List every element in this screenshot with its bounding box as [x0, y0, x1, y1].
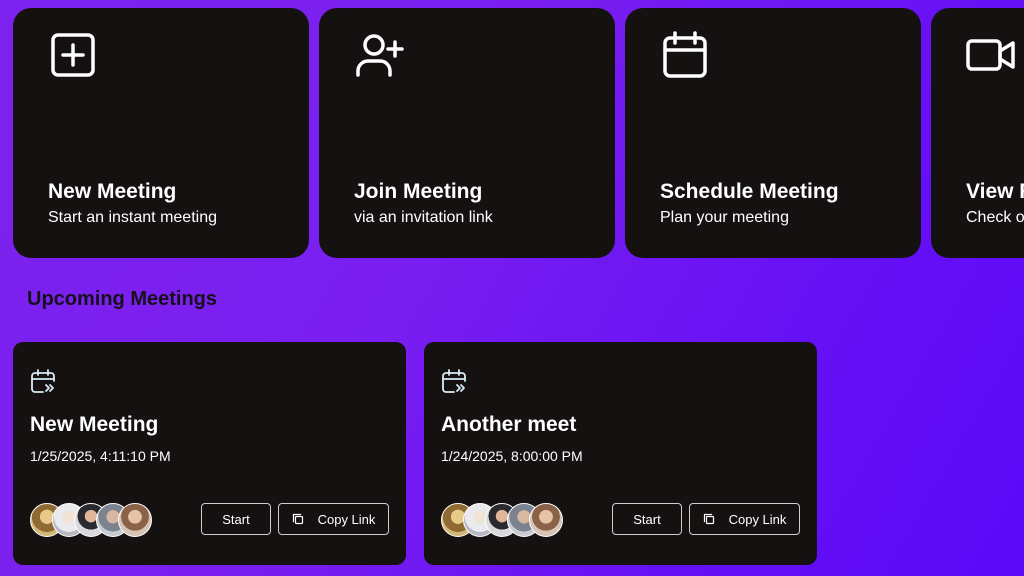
attendee-avatars — [30, 503, 170, 539]
view-recordings-subtitle: Check out your recordings — [966, 209, 1024, 226]
calendar-arrow-icon — [442, 369, 466, 393]
view-recordings-card[interactable]: View Recordings Check out your recording… — [931, 8, 1024, 258]
video-icon — [966, 30, 1016, 80]
plus-square-icon — [48, 30, 98, 80]
join-meeting-title: Join Meeting — [354, 180, 483, 203]
copy-link-button[interactable]: Copy Link — [278, 503, 389, 535]
new-meeting-subtitle: Start an instant meeting — [48, 209, 217, 226]
copy-link-button[interactable]: Copy Link — [689, 503, 800, 535]
join-meeting-subtitle: via an invitation link — [354, 209, 493, 226]
attendee-avatars — [441, 503, 581, 539]
copy-icon — [703, 513, 714, 525]
copy-link-label: Copy Link — [317, 511, 376, 527]
calendar-icon — [660, 30, 710, 80]
meeting-card: New Meeting 1/25/2025, 4:11:10 PM Start … — [13, 342, 406, 565]
view-recordings-title: View Recordings — [966, 180, 1024, 203]
meeting-card: Another meet 1/24/2025, 8:00:00 PM Start… — [424, 342, 817, 565]
meeting-datetime: 1/24/2025, 8:00:00 PM — [441, 448, 583, 464]
calendar-arrow-icon — [31, 369, 55, 393]
start-button[interactable]: Start — [612, 503, 682, 535]
avatar — [529, 503, 563, 537]
meeting-datetime: 1/25/2025, 4:11:10 PM — [30, 448, 171, 464]
upcoming-meetings-heading: Upcoming Meetings — [27, 288, 218, 310]
schedule-meeting-title: Schedule Meeting — [660, 180, 839, 203]
copy-link-label: Copy Link — [728, 511, 787, 527]
meeting-title: Another meet — [441, 413, 577, 436]
action-cards-row: New Meeting Start an instant meeting Joi… — [13, 8, 1024, 258]
meeting-title: New Meeting — [30, 413, 159, 436]
avatar — [118, 503, 152, 537]
copy-icon — [292, 513, 303, 525]
schedule-meeting-subtitle: Plan your meeting — [660, 209, 789, 226]
new-meeting-card[interactable]: New Meeting Start an instant meeting — [13, 8, 309, 258]
join-meeting-card[interactable]: Join Meeting via an invitation link — [319, 8, 615, 258]
user-plus-icon — [354, 30, 404, 80]
schedule-meeting-card[interactable]: Schedule Meeting Plan your meeting — [625, 8, 921, 258]
start-button[interactable]: Start — [201, 503, 271, 535]
new-meeting-title: New Meeting — [48, 180, 177, 203]
